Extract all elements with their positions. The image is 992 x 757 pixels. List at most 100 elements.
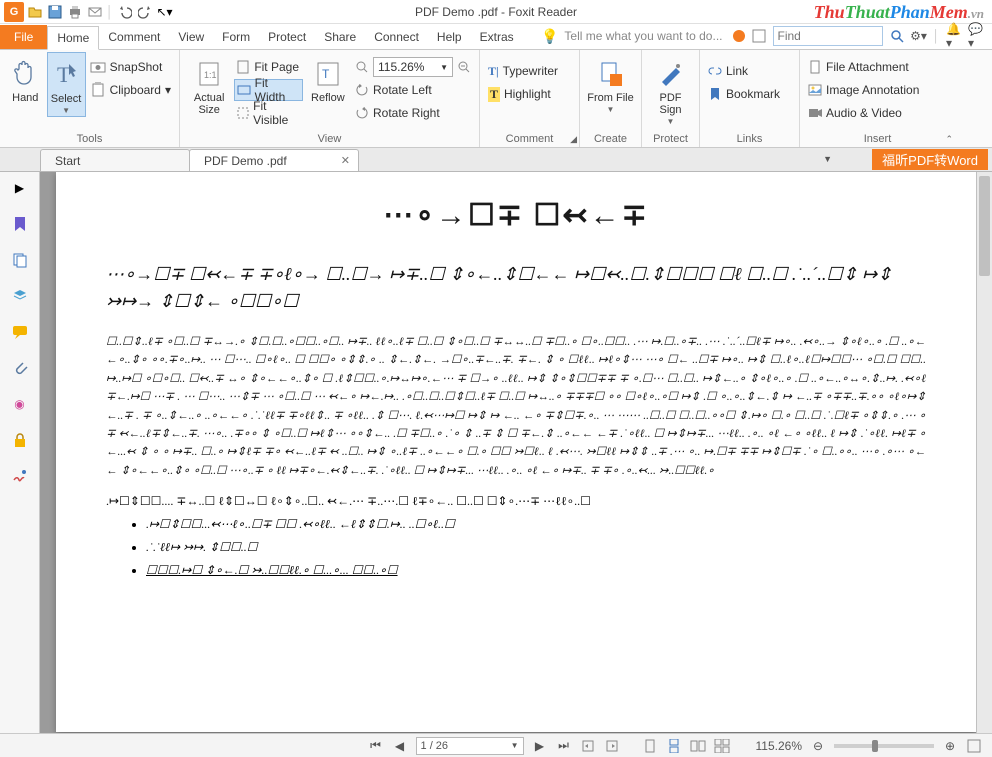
app-logo: G — [4, 2, 24, 22]
save-icon[interactable] — [46, 3, 64, 21]
comments-panel-icon[interactable] — [10, 322, 30, 342]
document-viewport[interactable]: ⋯∘→☐∓ ☐↢←∓ ⋯∘→☐∓ ☐↢←∓ ∓∘ℓ∘→ ☐..☐→ ↦∓..☐ … — [40, 172, 992, 733]
file-tab[interactable]: File — [0, 25, 47, 49]
find-input[interactable] — [773, 26, 883, 46]
open-icon[interactable] — [26, 3, 44, 21]
dialog-launcher-icon[interactable]: ◢ — [570, 134, 577, 145]
ribbon-tab-share[interactable]: Share — [315, 25, 365, 49]
ribbon-tab-extras[interactable]: Extras — [471, 25, 523, 49]
continuous-facing-view-icon[interactable] — [714, 738, 730, 754]
doc-subheading: .↦☐⇕☐☐.... ∓↔..☐ ℓ⇕☐↔☐ ℓ∘⇕∘..☐.. ↢←.⋯ ∓.… — [106, 494, 926, 509]
rotate-left-button[interactable]: Rotate Left — [353, 79, 473, 101]
chevron-down-icon: ▼ — [62, 107, 70, 116]
zoom-combo[interactable]: 115.26%▼ — [353, 56, 473, 78]
ribbon-tab-protect[interactable]: Protect — [259, 25, 315, 49]
bookmarks-panel-icon[interactable] — [10, 214, 30, 234]
expand-rail-icon[interactable]: ▶ — [10, 178, 30, 198]
skin-icon[interactable] — [751, 28, 767, 44]
group-comment: T|Typewriter THighlight Comment ◢ — [480, 50, 580, 147]
fit-page-button[interactable]: Fit Page — [234, 56, 302, 78]
zoom-value-label: 115.26% — [756, 739, 802, 753]
tab-dropdown-icon[interactable]: ▼ — [823, 154, 832, 164]
zoom-out-icon[interactable] — [457, 60, 471, 74]
snapshot-button[interactable]: SnapShot — [88, 56, 173, 78]
ribbon-tab-comment[interactable]: Comment — [99, 25, 169, 49]
typewriter-button[interactable]: T|Typewriter — [486, 60, 560, 82]
facing-view-icon[interactable] — [690, 738, 706, 754]
actual-size-icon: 1:1 — [197, 58, 221, 90]
svg-text:1:1: 1:1 — [204, 70, 217, 80]
svg-text:T: T — [322, 67, 330, 81]
gear-icon[interactable]: ⚙▾ — [911, 28, 927, 44]
document-tab-start[interactable]: Start — [40, 149, 190, 171]
audio-video-button[interactable]: Audio & Video — [806, 102, 921, 124]
undo-icon[interactable] — [116, 3, 134, 21]
select-label: Select — [51, 93, 82, 105]
convert-to-word-button[interactable]: 福昕PDF转Word — [872, 149, 988, 170]
reflow-button[interactable]: T Reflow — [305, 52, 351, 104]
fit-width-button[interactable]: Fit Width — [234, 79, 302, 101]
bell-icon[interactable]: 🔔▾ — [946, 28, 962, 44]
cursor-dropdown-icon[interactable]: ↖▾ — [156, 3, 174, 21]
attachments-panel-icon[interactable] — [10, 358, 30, 378]
fullscreen-icon[interactable] — [966, 738, 982, 754]
file-attachment-button[interactable]: File Attachment — [806, 56, 921, 78]
previous-view-icon[interactable] — [580, 738, 596, 754]
pdf-page: ⋯∘→☐∓ ☐↢←∓ ⋯∘→☐∓ ☐↢←∓ ∓∘ℓ∘→ ☐..☐→ ↦∓..☐ … — [56, 172, 976, 732]
group-create: From File ▼ Create — [580, 50, 642, 147]
ribbon-tab-home[interactable]: Home — [47, 26, 99, 50]
group-label-insert: Insert — [800, 133, 955, 145]
reflow-label: Reflow — [311, 92, 345, 104]
search-icon[interactable] — [889, 28, 905, 44]
zoom-slider[interactable] — [834, 744, 934, 748]
continuous-view-icon[interactable] — [666, 738, 682, 754]
fit-visible-button[interactable]: Fit Visible — [234, 102, 302, 124]
single-page-view-icon[interactable] — [642, 738, 658, 754]
page-number-combo[interactable]: 1 / 26▼ — [416, 737, 524, 755]
pdf-sign-icon — [658, 58, 684, 90]
doc-lead: ⋯∘→☐∓ ☐↢←∓ ∓∘ℓ∘→ ☐..☐→ ↦∓..☐ ⇕∘←..⇕☐←← ↦… — [106, 261, 926, 315]
clipboard-button[interactable]: Clipboard ▾ — [88, 79, 173, 101]
vertical-scrollbar-thumb[interactable] — [979, 176, 990, 276]
security-panel-icon[interactable] — [10, 430, 30, 450]
image-annotation-button[interactable]: Image Annotation — [806, 79, 921, 101]
close-tab-icon[interactable]: ✕ — [341, 154, 350, 167]
highlight-button[interactable]: THighlight — [486, 83, 560, 105]
feedback-icon[interactable]: 💬▾ — [968, 28, 984, 44]
first-page-icon[interactable]: ⏮ — [368, 738, 384, 754]
group-view: 1:1 Actual Size Fit Page Fit Width Fit V… — [180, 50, 480, 147]
pages-panel-icon[interactable] — [10, 250, 30, 270]
zoom-in-button[interactable]: ⊕ — [942, 738, 958, 754]
print-icon[interactable] — [66, 3, 84, 21]
next-view-icon[interactable] — [604, 738, 620, 754]
actual-size-button[interactable]: 1:1 Actual Size — [186, 52, 232, 116]
window-title: PDF Demo .pdf - Foxit Reader — [415, 5, 577, 19]
hand-button[interactable]: Hand — [6, 52, 45, 104]
document-tab-pdfdemo[interactable]: PDF Demo .pdf✕ — [189, 149, 359, 171]
next-page-icon[interactable]: ▶ — [532, 738, 548, 754]
lightbulb-icon: 💡 — [541, 28, 558, 45]
rotate-right-button[interactable]: Rotate Right — [353, 102, 473, 124]
pdf-sign-label: PDF Sign — [648, 92, 693, 116]
select-button[interactable]: T Select ▼ — [47, 52, 86, 117]
signatures-panel-icon[interactable] — [10, 466, 30, 486]
notification-dot-icon[interactable] — [733, 30, 745, 42]
hand-icon — [12, 58, 38, 90]
zoom-out-button[interactable]: ⊖ — [810, 738, 826, 754]
ribbon-tab-connect[interactable]: Connect — [365, 25, 428, 49]
connected-panel-icon[interactable]: ◉ — [10, 394, 30, 414]
link-button[interactable]: Link — [706, 60, 782, 82]
ribbon-tab-help[interactable]: Help — [428, 25, 471, 49]
ribbon-tab-view[interactable]: View — [169, 25, 213, 49]
collapse-ribbon-icon[interactable]: ⌃ — [945, 134, 953, 145]
email-icon[interactable] — [86, 3, 104, 21]
prev-page-icon[interactable]: ◀ — [392, 738, 408, 754]
tell-me-input[interactable]: Tell me what you want to do... — [564, 29, 722, 43]
from-file-button[interactable]: From File ▼ — [586, 52, 635, 115]
pdf-sign-button[interactable]: PDF Sign ▼ — [648, 52, 693, 127]
ribbon-tab-form[interactable]: Form — [213, 25, 259, 49]
layers-panel-icon[interactable] — [10, 286, 30, 306]
redo-icon[interactable] — [136, 3, 154, 21]
last-page-icon[interactable]: ⏭ — [556, 738, 572, 754]
bookmark-button[interactable]: Bookmark — [706, 83, 782, 105]
